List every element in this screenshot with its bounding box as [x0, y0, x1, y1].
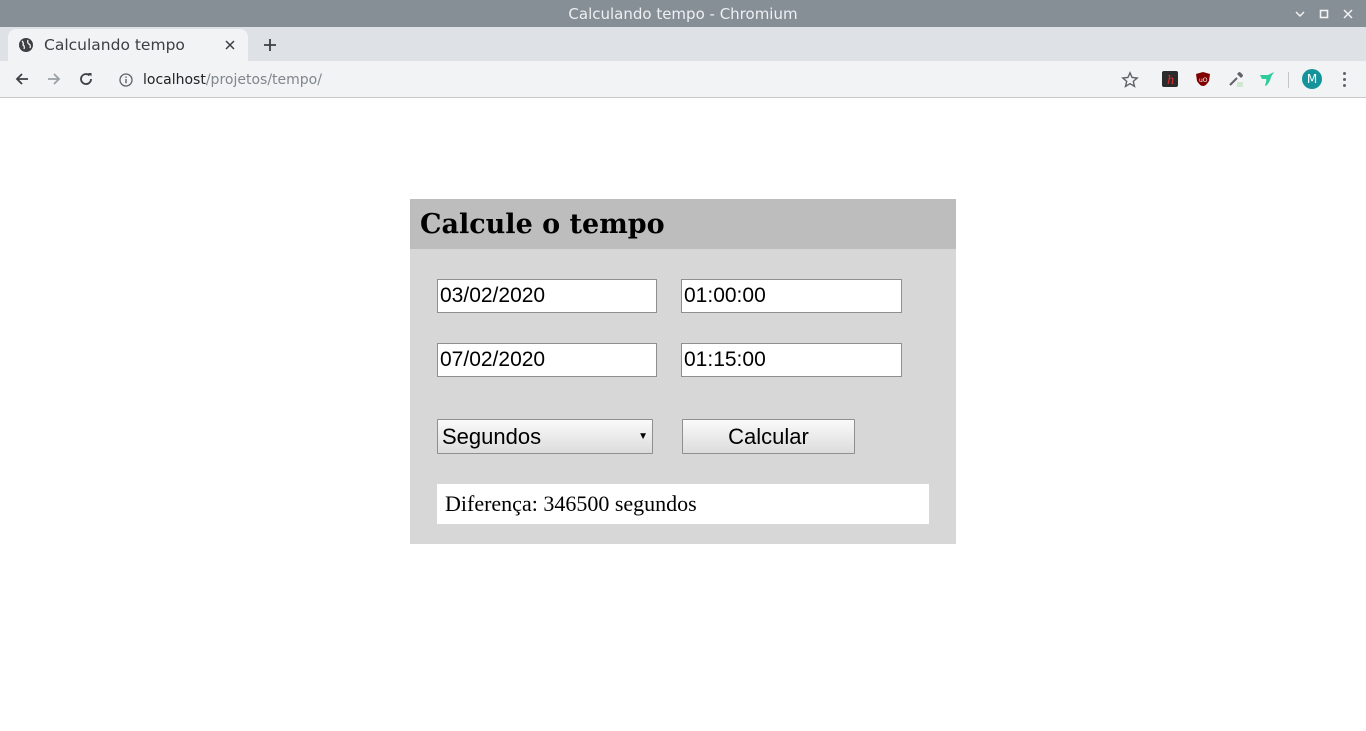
bookmark-star-icon[interactable]: [1121, 71, 1139, 89]
window-controls: [1288, 0, 1360, 27]
maximize-icon: [1319, 9, 1329, 18]
window-title: Calculando tempo - Chromium: [568, 4, 798, 23]
tab-strip: Calculando tempo: [0, 27, 1366, 61]
unit-select[interactable]: Segundos ▼: [437, 419, 653, 454]
close-icon: [1343, 8, 1353, 19]
card-header: Calcule o tempo: [410, 199, 956, 249]
end-time-input[interactable]: [681, 343, 902, 377]
browser-menu-icon[interactable]: [1336, 69, 1352, 89]
start-time-input[interactable]: [681, 279, 902, 313]
reload-icon: [80, 73, 92, 85]
forward-button[interactable]: [41, 66, 67, 92]
back-button[interactable]: [9, 66, 35, 92]
globe-icon: [18, 37, 34, 53]
window-titlebar: Calculando tempo - Chromium: [0, 0, 1366, 27]
browser-toolbar: localhost/projetos/tempo/ h uO M: [0, 61, 1366, 98]
svg-text:uO: uO: [1199, 77, 1208, 84]
chevron-down-icon: [1295, 10, 1305, 17]
profile-avatar[interactable]: M: [1302, 69, 1322, 89]
minimize-button[interactable]: [1288, 0, 1312, 27]
arrow-right-icon: [48, 73, 61, 85]
svg-text:h: h: [1167, 73, 1175, 87]
url-host: localhost: [143, 71, 206, 88]
close-tab-icon[interactable]: [222, 37, 238, 53]
h-extension-icon[interactable]: h: [1161, 70, 1179, 88]
ublock-icon[interactable]: uO: [1194, 70, 1212, 88]
address-bar[interactable]: localhost/projetos/tempo/: [109, 65, 1151, 94]
plus-icon: [264, 39, 276, 51]
new-tab-button[interactable]: [258, 33, 282, 57]
maximize-button[interactable]: [1312, 0, 1336, 27]
reload-button[interactable]: [73, 66, 99, 92]
dropdown-arrow-icon: ▼: [638, 431, 648, 442]
unit-select-value: Segundos: [442, 423, 542, 449]
tab-title: Calculando tempo: [44, 36, 185, 54]
toolbar-separator: [1288, 72, 1289, 88]
eyedropper-icon[interactable]: [1227, 70, 1245, 88]
close-window-button[interactable]: [1336, 0, 1360, 27]
tab-calculando-tempo[interactable]: Calculando tempo: [8, 29, 248, 61]
arrow-left-icon: [15, 73, 28, 85]
start-date-input[interactable]: [437, 279, 657, 313]
calculate-button[interactable]: Calcular: [682, 419, 855, 454]
url-path: /projetos/tempo/: [205, 71, 322, 88]
page-title: Calcule o tempo: [420, 208, 665, 240]
bird-extension-icon[interactable]: [1258, 70, 1276, 88]
result-output: Diferença: 346500 segundos: [437, 484, 929, 524]
url-text: localhost/projetos/tempo/: [143, 72, 322, 88]
end-date-input[interactable]: [437, 343, 657, 377]
info-icon[interactable]: [119, 72, 133, 87]
